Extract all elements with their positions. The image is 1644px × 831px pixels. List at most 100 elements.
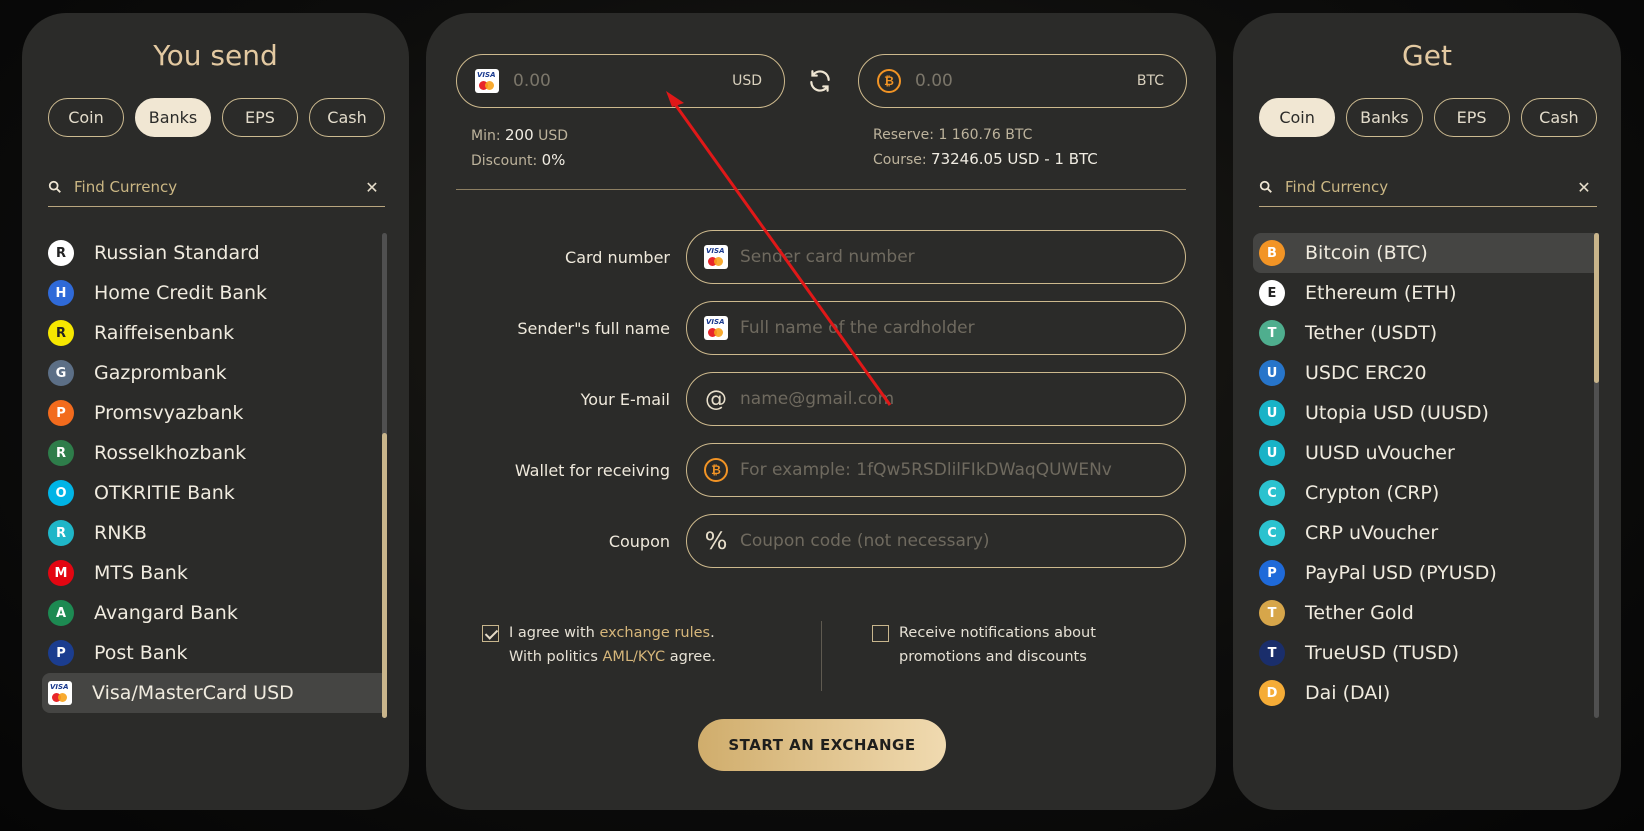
notify-consent: Receive notifications about promotions a… [872,621,1172,669]
close-icon[interactable]: ✕ [1577,178,1591,197]
send-list-item[interactable]: R RNKB [42,513,387,553]
get-list-item[interactable]: C CRP uVoucher [1253,513,1599,553]
get-list-item[interactable]: U USDC ERC20 [1253,353,1599,393]
get-list-item[interactable]: B Bitcoin (BTC) [1253,233,1599,273]
agree-consent: I agree with exchange rules. With politi… [482,621,716,669]
get-list-item[interactable]: T Tether Gold [1253,593,1599,633]
send-list-item[interactable]: O OTKRITIE Bank [42,473,387,513]
wallet-label: Wallet for receiving [514,460,670,480]
get-list-item[interactable]: U Utopia USD (UUSD) [1253,393,1599,433]
agree-text-3: agree. [669,649,716,665]
send-search-input[interactable] [74,178,353,196]
coupon-input[interactable] [740,531,1163,551]
agree-checkbox[interactable] [482,625,499,642]
send-chip-banks[interactable]: Banks [135,98,211,137]
card-number-input[interactable] [740,247,1163,267]
send-list-item[interactable]: VISA Visa/MasterCard USD [42,673,387,713]
get-chip-cash[interactable]: Cash [1520,98,1597,137]
send-list-item-label: Russian Standard [94,242,260,264]
close-icon[interactable]: ✕ [365,178,379,197]
get-chip-coin[interactable]: Coin [1259,98,1336,137]
min-label: Min: [471,128,501,144]
get-currency-list: B Bitcoin (BTC) E Ethereum (ETH) T Tether (US… [1253,233,1599,718]
send-list-scroll-thumb[interactable] [382,433,387,718]
send-list-item-label: OTKRITIE Bank [94,482,235,504]
send-list-item[interactable]: G Gazprombank [42,353,387,393]
tether-gold-icon: T [1259,600,1285,626]
send-list-item[interactable]: P Promsvyazbank [42,393,387,433]
send-chip-cash[interactable]: Cash [309,98,385,137]
divider [456,189,1186,190]
send-amount-input[interactable] [513,71,733,91]
utopia-usd-icon: U [1259,400,1285,426]
send-category-chips: Coin Banks EPS Cash [48,98,385,137]
send-list-item-label: Promsvyazbank [94,402,244,424]
reserve-text: Reserve: 1 160.76 BTC [873,127,1033,143]
bitcoin-icon: ₿ [704,458,728,482]
get-chip-banks[interactable]: Banks [1346,98,1423,137]
get-amount-input[interactable] [915,71,1137,91]
coupon-field[interactable]: % [686,514,1186,568]
trueusd-icon: T [1259,640,1285,666]
post-bank-icon: P [48,640,74,666]
send-list-item[interactable]: R Raiffeisenbank [42,313,387,353]
ethereum-icon: E [1259,280,1285,306]
send-list-item-label: Raiffeisenbank [94,322,235,344]
send-amount-field[interactable]: VISA USD [456,54,785,108]
full-name-input[interactable] [740,318,1163,338]
get-list-item-label: Tether (USDT) [1305,322,1438,344]
wallet-input[interactable] [740,460,1163,480]
get-chip-eps[interactable]: EPS [1433,98,1510,137]
aml-kyc-link[interactable]: AML/KYC [603,649,666,665]
full-name-field[interactable]: VISA [686,301,1186,355]
get-list-item[interactable]: D Dai (DAI) [1253,673,1599,713]
send-panel-title: You send [153,39,278,72]
send-list-item[interactable]: R Rosselkhozbank [42,433,387,473]
get-list-scroll-thumb[interactable] [1594,233,1599,383]
swap-icon[interactable] [807,68,833,94]
start-exchange-button[interactable]: START AN EXCHANGE [698,719,946,771]
send-chip-coin[interactable]: Coin [48,98,124,137]
visa-mastercard-icon: VISA [48,681,72,705]
get-list-item[interactable]: P PayPal USD (PYUSD) [1253,553,1599,593]
send-search-bar: ✕ [48,168,385,207]
send-list-item-label: Gazprombank [94,362,227,384]
agree-text: I agree with exchange rules. With politi… [509,625,716,665]
wallet-field[interactable]: ₿ [686,443,1186,497]
get-search-input[interactable] [1285,178,1565,196]
bitcoin-icon: B [1259,240,1285,266]
send-list-item-label: Avangard Bank [94,602,238,624]
get-list-item-label: CRP uVoucher [1305,522,1439,544]
exchange-rules-link[interactable]: exchange rules [599,625,710,641]
send-list-item[interactable]: M MTS Bank [42,553,387,593]
notify-checkbox[interactable] [872,625,889,642]
get-panel-title: Get [1402,39,1452,72]
agree-text-1: I agree with [509,625,595,641]
get-list-item[interactable]: U UUSD uVoucher [1253,433,1599,473]
card-number-field[interactable]: VISA [686,230,1186,284]
get-amount-field[interactable]: ₿ BTC [858,54,1187,108]
email-input[interactable] [740,389,1163,409]
consent-divider [821,621,822,691]
get-list-item[interactable]: T TrueUSD (TUSD) [1253,633,1599,673]
send-list-item-label: Rosselkhozbank [94,442,247,464]
get-list-item[interactable]: E Ethereum (ETH) [1253,273,1599,313]
promsvyazbank-icon: P [48,400,74,426]
send-chip-eps[interactable]: EPS [222,98,298,137]
get-list-item[interactable]: C Crypton (CRP) [1253,473,1599,513]
full-name-row: Sender"s full name VISA [456,301,1186,355]
send-list-item[interactable]: H Home Credit Bank [42,273,387,313]
send-limits: Min: 200 USD Discount: 0% [471,123,568,173]
get-list-item-label: Tether Gold [1305,602,1414,624]
home-credit-icon: H [48,280,74,306]
rosselkhozbank-icon: R [48,440,74,466]
usdc-icon: U [1259,360,1285,386]
notify-text: Receive notifications about promotions a… [899,625,1096,665]
paypal-usd-icon: P [1259,560,1285,586]
coupon-label: Coupon [608,531,670,551]
send-list-item[interactable]: A Avangard Bank [42,593,387,633]
email-field[interactable]: @ [686,372,1186,426]
send-list-item[interactable]: P Post Bank [42,633,387,673]
send-list-item[interactable]: R Russian Standard [42,233,387,273]
get-list-item[interactable]: T Tether (USDT) [1253,313,1599,353]
